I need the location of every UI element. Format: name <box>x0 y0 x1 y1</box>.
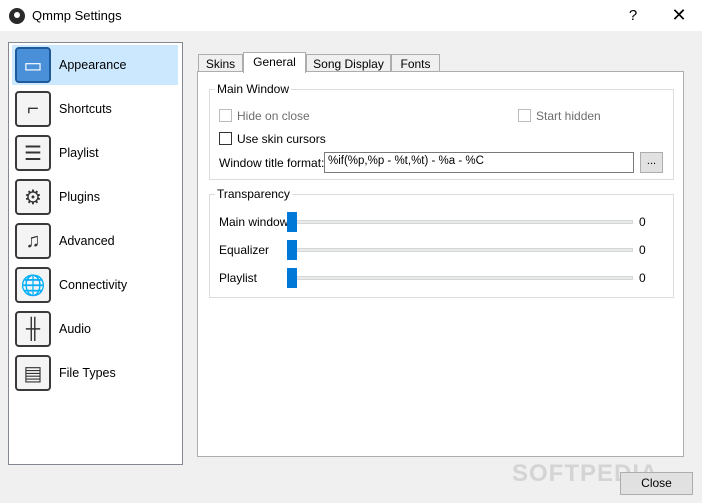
sidebar-item-file-types[interactable]: ▤ File Types <box>12 353 178 393</box>
sidebar-item-appearance[interactable]: ▭ Appearance <box>12 45 178 85</box>
window-title-format-label: Window title format: <box>219 156 325 170</box>
main-window-transparency-slider[interactable] <box>289 220 633 224</box>
connectivity-icon: 🌐 <box>15 267 51 303</box>
tab-song-display[interactable]: Song Display <box>306 54 391 72</box>
sidebar-item-connectivity[interactable]: 🌐 Connectivity <box>12 265 178 305</box>
main-window-transparency-handle[interactable] <box>287 212 297 232</box>
sidebar-item-label: Shortcuts <box>59 102 112 116</box>
start-hidden-label: Start hidden <box>536 109 601 123</box>
playlist-transparency-handle[interactable] <box>287 268 297 288</box>
settings-sidebar: ▭ Appearance ⌐ Shortcuts ☰ Playlist ⚙ Pl… <box>8 42 183 465</box>
group-title: Main Window <box>215 82 292 96</box>
playlist-transparency-slider[interactable] <box>289 276 633 280</box>
main-window-transparency-label: Main window <box>219 215 289 229</box>
title-bar: Qmmp Settings ? ✕ <box>0 0 702 31</box>
sidebar-item-label: Connectivity <box>59 278 128 292</box>
sidebar-item-plugins[interactable]: ⚙ Plugins <box>12 177 178 217</box>
close-window-button[interactable]: ✕ <box>656 0 702 31</box>
equalizer-transparency-value: 0 <box>639 243 646 257</box>
playlist-icon: ☰ <box>15 135 51 171</box>
sidebar-item-playlist[interactable]: ☰ Playlist <box>12 133 178 173</box>
sidebar-item-label: Playlist <box>59 146 99 160</box>
qmmp-logo-icon <box>9 8 25 24</box>
close-button[interactable]: Close <box>620 472 693 495</box>
main-window-group: Main Window Hide on close Start hidden U… <box>209 82 674 180</box>
advanced-icon: ♫ <box>15 223 51 259</box>
sidebar-item-label: Advanced <box>59 234 115 248</box>
shortcuts-icon: ⌐ <box>15 91 51 127</box>
equalizer-transparency-handle[interactable] <box>287 240 297 260</box>
window-title-format-input[interactable]: %if(%p,%p - %t,%t) - %a - %C <box>324 152 634 173</box>
equalizer-transparency-slider[interactable] <box>289 248 633 252</box>
group-title: Transparency <box>215 187 292 201</box>
file-types-icon: ▤ <box>15 355 51 391</box>
tab-fonts[interactable]: Fonts <box>391 54 440 72</box>
sidebar-item-label: Audio <box>59 322 91 336</box>
sidebar-item-audio[interactable]: ╫ Audio <box>12 309 178 349</box>
hide-on-close-label: Hide on close <box>237 109 310 123</box>
hide-on-close-checkbox[interactable] <box>219 109 232 122</box>
playlist-transparency-label: Playlist <box>219 271 258 285</box>
sidebar-item-label: Appearance <box>59 58 127 72</box>
sidebar-item-label: Plugins <box>59 190 100 204</box>
sidebar-item-label: File Types <box>59 366 116 380</box>
help-button[interactable]: ? <box>620 0 646 31</box>
transparency-group: Transparency Main window 0 Equalizer 0 P… <box>209 187 674 298</box>
tab-general[interactable]: General <box>243 52 306 73</box>
use-skin-cursors-label: Use skin cursors <box>237 132 326 146</box>
main-window-transparency-value: 0 <box>639 215 646 229</box>
appearance-icon: ▭ <box>15 47 51 83</box>
equalizer-transparency-label: Equalizer <box>219 243 270 257</box>
window-title: Qmmp Settings <box>32 8 122 23</box>
audio-icon: ╫ <box>15 311 51 347</box>
sidebar-item-advanced[interactable]: ♫ Advanced <box>12 221 178 261</box>
start-hidden-checkbox[interactable] <box>518 109 531 122</box>
general-tab-panel: Main Window Hide on close Start hidden U… <box>197 71 684 457</box>
plugins-icon: ⚙ <box>15 179 51 215</box>
tab-skins[interactable]: Skins <box>198 54 243 72</box>
sidebar-item-shortcuts[interactable]: ⌐ Shortcuts <box>12 89 178 129</box>
format-options-button[interactable]: ... <box>640 152 663 173</box>
playlist-transparency-value: 0 <box>639 271 646 285</box>
use-skin-cursors-checkbox[interactable] <box>219 132 232 145</box>
